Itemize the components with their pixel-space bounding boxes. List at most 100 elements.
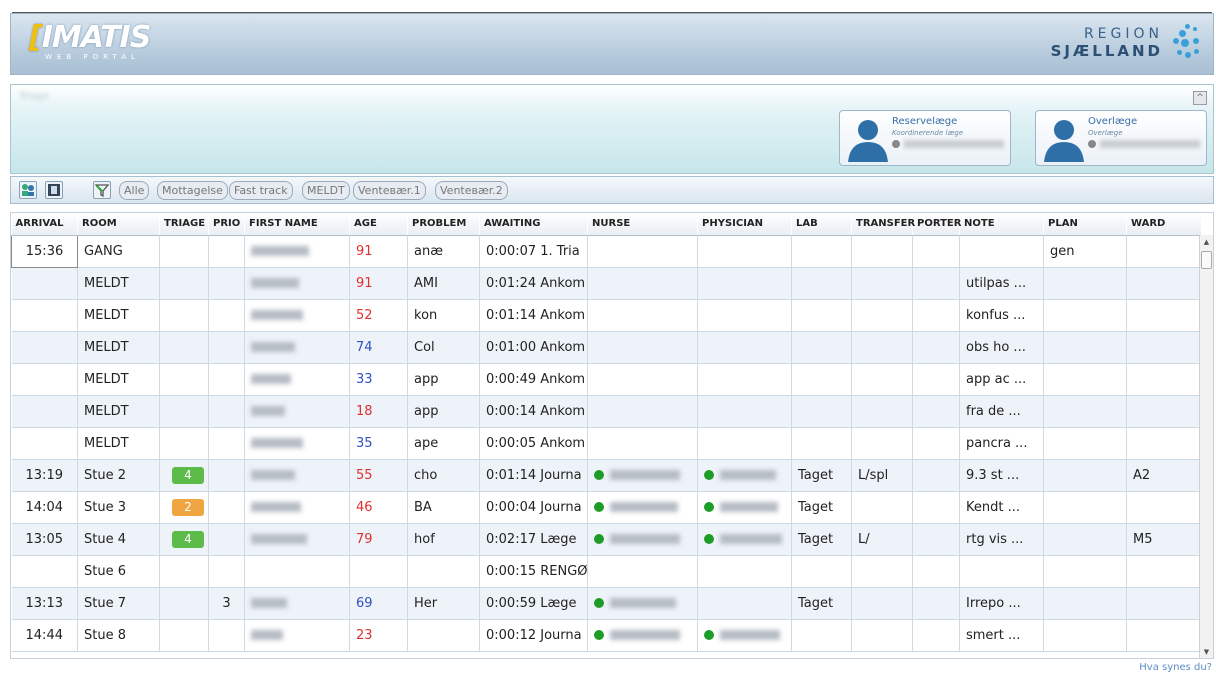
column-header-plan[interactable]: PLAN xyxy=(1043,213,1127,236)
note-cell[interactable]: Kendt ... xyxy=(959,491,1044,524)
arrival-cell[interactable]: 14:44 xyxy=(11,619,78,652)
age-cell[interactable]: 91 xyxy=(349,267,408,300)
porter-cell[interactable] xyxy=(912,299,960,332)
first-name-cell[interactable] xyxy=(244,235,350,268)
nurse-cell[interactable] xyxy=(587,299,698,332)
column-header-room[interactable]: ROOM xyxy=(77,213,160,236)
filter-ventevaer-1[interactable]: Venteвær.1 xyxy=(353,181,426,200)
room-cell[interactable]: MELDT xyxy=(77,427,160,460)
porter-cell[interactable] xyxy=(912,267,960,300)
arrival-cell[interactable]: 13:19 xyxy=(11,459,78,492)
lab-cell[interactable] xyxy=(791,427,852,460)
plan-cell[interactable] xyxy=(1043,491,1127,524)
prio-cell[interactable] xyxy=(208,619,245,652)
filter-meldt[interactable]: MELDT xyxy=(302,181,350,200)
first-name-cell[interactable] xyxy=(244,587,350,620)
ward-cell[interactable] xyxy=(1126,427,1202,460)
problem-cell[interactable]: ape xyxy=(407,427,480,460)
arrival-cell[interactable]: 15:36 xyxy=(11,234,78,268)
plan-cell[interactable] xyxy=(1043,459,1127,492)
prio-cell[interactable] xyxy=(208,331,245,364)
lab-cell[interactable] xyxy=(791,331,852,364)
note-cell[interactable]: konfus ... xyxy=(959,299,1044,332)
transfer-cell[interactable] xyxy=(851,555,913,588)
porter-cell[interactable] xyxy=(912,331,960,364)
ward-cell[interactable] xyxy=(1126,363,1202,396)
column-header-prio[interactable]: PRIO xyxy=(208,213,245,236)
transfer-cell[interactable] xyxy=(851,587,913,620)
column-header-age[interactable]: AGE xyxy=(349,213,408,236)
problem-cell[interactable]: kon xyxy=(407,299,480,332)
arrival-cell[interactable]: 13:05 xyxy=(11,523,78,556)
lab-cell[interactable] xyxy=(791,299,852,332)
first-name-cell[interactable] xyxy=(244,619,350,652)
transfer-cell[interactable] xyxy=(851,299,913,332)
filter-icon[interactable] xyxy=(93,181,111,199)
prio-cell[interactable]: 3 xyxy=(208,587,245,620)
room-cell[interactable]: GANG xyxy=(77,235,160,268)
room-cell[interactable]: Stue 8 xyxy=(77,619,160,652)
porter-cell[interactable] xyxy=(912,363,960,396)
ward-cell[interactable] xyxy=(1126,299,1202,332)
first-name-cell[interactable] xyxy=(244,427,350,460)
triage-cell[interactable] xyxy=(159,555,209,588)
plan-cell[interactable] xyxy=(1043,555,1127,588)
age-cell[interactable]: 52 xyxy=(349,299,408,332)
problem-cell[interactable]: BA xyxy=(407,491,480,524)
awaiting-cell[interactable]: 0:00:07 1. Tria xyxy=(479,235,588,268)
room-cell[interactable]: MELDT xyxy=(77,299,160,332)
table-row[interactable]: 14:04 Stue 3 2 46 BA 0:00:04 Journa Taget Kendt… xyxy=(11,491,1202,524)
plan-cell[interactable] xyxy=(1043,363,1127,396)
age-cell[interactable]: 55 xyxy=(349,459,408,492)
ward-cell[interactable] xyxy=(1126,395,1202,428)
ward-cell[interactable] xyxy=(1126,587,1202,620)
transfer-cell[interactable] xyxy=(851,267,913,300)
transfer-cell[interactable] xyxy=(851,331,913,364)
table-row[interactable]: 13:19 Stue 2 4 55 cho 0:01:14 Journa Taget L/sp… xyxy=(11,459,1202,492)
nurse-cell[interactable] xyxy=(587,491,698,524)
ward-cell[interactable]: M5 xyxy=(1126,523,1202,556)
age-cell[interactable]: 18 xyxy=(349,395,408,428)
first-name-cell[interactable] xyxy=(244,395,350,428)
awaiting-cell[interactable]: 0:02:17 Læge xyxy=(479,523,588,556)
problem-cell[interactable]: hof xyxy=(407,523,480,556)
awaiting-cell[interactable]: 0:01:14 Journa xyxy=(479,459,588,492)
transfer-cell[interactable] xyxy=(851,619,913,652)
first-name-cell[interactable] xyxy=(244,459,350,492)
column-header-awaiting[interactable]: AWAITING xyxy=(479,213,588,236)
lab-cell[interactable]: Taget xyxy=(791,459,852,492)
nurse-cell[interactable] xyxy=(587,555,698,588)
first-name-cell[interactable] xyxy=(244,555,350,588)
awaiting-cell[interactable]: 0:01:14 Ankom xyxy=(479,299,588,332)
room-cell[interactable]: MELDT xyxy=(77,395,160,428)
table-row[interactable]: MELDT 91 AMI 0:01:24 Ankom utilpas ... xyxy=(11,267,1202,300)
plan-cell[interactable]: gen xyxy=(1043,235,1127,268)
column-header-first-name[interactable]: FIRST NAME xyxy=(244,213,350,236)
prio-cell[interactable] xyxy=(208,459,245,492)
room-cell[interactable]: MELDT xyxy=(77,363,160,396)
triage-cell[interactable] xyxy=(159,299,209,332)
prio-cell[interactable] xyxy=(208,555,245,588)
transfer-cell[interactable] xyxy=(851,491,913,524)
filter-mottagelse[interactable]: Mottagelse xyxy=(157,181,228,200)
porter-cell[interactable] xyxy=(912,523,960,556)
transfer-cell[interactable] xyxy=(851,427,913,460)
nurse-cell[interactable] xyxy=(587,619,698,652)
room-cell[interactable]: Stue 2 xyxy=(77,459,160,492)
room-cell[interactable]: Stue 6 xyxy=(77,555,160,588)
physician-cell[interactable] xyxy=(697,363,792,396)
collapse-icon[interactable]: ^ xyxy=(1193,91,1207,105)
transfer-cell[interactable]: L/spl xyxy=(851,459,913,492)
room-cell[interactable]: Stue 7 xyxy=(77,587,160,620)
porter-cell[interactable] xyxy=(912,459,960,492)
scroll-up-icon[interactable]: ▲ xyxy=(1200,235,1213,249)
plan-cell[interactable] xyxy=(1043,523,1127,556)
triage-cell[interactable]: 2 xyxy=(159,491,209,524)
transfer-cell[interactable] xyxy=(851,363,913,396)
arrival-cell[interactable]: 13:13 xyxy=(11,587,78,620)
problem-cell[interactable] xyxy=(407,619,480,652)
physician-cell[interactable] xyxy=(697,299,792,332)
problem-cell[interactable]: Her xyxy=(407,587,480,620)
physician-cell[interactable] xyxy=(697,491,792,524)
triage-cell[interactable] xyxy=(159,619,209,652)
